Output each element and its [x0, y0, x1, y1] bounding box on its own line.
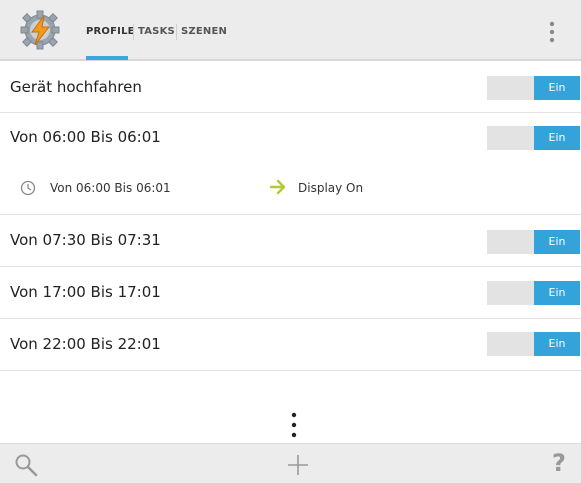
profile-name: Von 17:00 Bis 17:01 [10, 283, 161, 301]
profile-row[interactable]: Gerät hochfahren Ein [0, 63, 581, 113]
bottom-toolbar: ? [0, 443, 581, 483]
profile-toggle[interactable]: Ein [487, 76, 580, 100]
tab-divider [133, 24, 134, 40]
toggle-on-label: Ein [534, 76, 580, 100]
overflow-menu-icon[interactable] [548, 20, 556, 44]
add-icon[interactable] [286, 453, 310, 477]
profile-toggle[interactable]: Ein [487, 126, 580, 150]
profile-name: Von 22:00 Bis 22:01 [10, 335, 161, 353]
clock-icon[interactable] [20, 180, 36, 196]
help-icon[interactable]: ? [552, 449, 566, 477]
search-icon[interactable] [14, 453, 38, 477]
toggle-on-label: Ein [534, 230, 580, 254]
profile-row[interactable]: Von 22:00 Bis 22:01 Ein [0, 319, 581, 371]
profile-detail-row: Von 06:00 Bis 06:01 Display On [0, 164, 581, 215]
task-label[interactable]: Display On [298, 181, 363, 195]
profile-toggle[interactable]: Ein [487, 332, 580, 356]
profile-row[interactable]: Von 17:00 Bis 17:01 Ein [0, 267, 581, 319]
arrow-right-icon [270, 179, 286, 195]
profile-toggle[interactable]: Ein [487, 230, 580, 254]
context-label[interactable]: Von 06:00 Bis 06:01 [50, 181, 171, 195]
tab-tasks[interactable]: TASKS [138, 26, 175, 61]
tab-divider [176, 24, 177, 40]
profile-row[interactable]: Von 06:00 Bis 06:01 Ein [0, 113, 581, 164]
profile-toggle[interactable]: Ein [487, 281, 580, 305]
profile-name: Von 07:30 Bis 07:31 [10, 231, 161, 249]
profile-row[interactable]: Von 07:30 Bis 07:31 Ein [0, 216, 581, 267]
toggle-on-label: Ein [534, 281, 580, 305]
toggle-on-label: Ein [534, 332, 580, 356]
tab-szenen[interactable]: SZENEN [181, 26, 227, 61]
toggle-on-label: Ein [534, 126, 580, 150]
more-options-icon[interactable] [289, 412, 299, 438]
profile-name: Von 06:00 Bis 06:01 [10, 128, 161, 146]
active-tab-indicator [86, 56, 128, 60]
top-toolbar: PROFILE TASKS SZENEN [0, 0, 581, 61]
profile-name: Gerät hochfahren [10, 78, 142, 96]
tasker-app-icon[interactable] [18, 10, 62, 50]
